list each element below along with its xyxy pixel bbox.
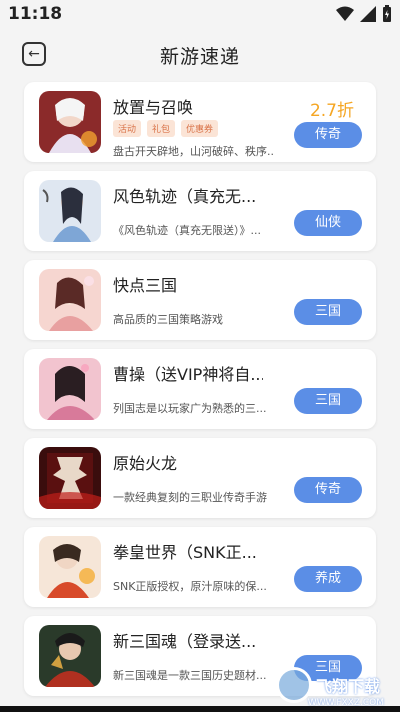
game-card[interactable]: 原始火龙 一款经典复刻的三职业传奇手游 传奇	[24, 438, 376, 518]
system-nav-strip	[0, 706, 400, 712]
game-card[interactable]: 快点三国 高品质的三国策略游戏 三国	[24, 260, 376, 340]
game-icon-kof[interactable]	[39, 536, 101, 598]
category-button[interactable]: 三国	[294, 299, 362, 325]
tag-activity: 活动	[113, 120, 142, 137]
status-bar: 11:18	[0, 0, 400, 28]
game-card[interactable]: 曹操（送VIP神将自... 列国志是以玩家广为熟悉的三... 三国	[24, 349, 376, 429]
page-title: 新游速递	[159, 46, 240, 68]
game-title: 曹操（送VIP神将自...	[113, 365, 263, 384]
battery-icon	[383, 5, 391, 22]
game-icon-wind[interactable]	[39, 180, 101, 242]
category-button[interactable]: 传奇	[294, 477, 362, 503]
status-time: 11:18	[8, 4, 63, 24]
game-title: 快点三国	[113, 276, 178, 295]
category-button[interactable]: 三国	[294, 388, 362, 414]
game-icon-soul[interactable]	[39, 625, 101, 687]
game-desc: 高品质的三国策略游戏	[113, 313, 223, 326]
game-title: 原始火龙	[113, 454, 178, 473]
game-card[interactable]: 放置与召唤 活动 礼包 优惠券 盘古开天辟地，山河破碎、秩序... 2.7折 传…	[24, 82, 376, 162]
game-title: 风色轨迹（真充无...	[113, 187, 257, 206]
game-desc: 新三国魂是一款三国历史题材...	[113, 669, 267, 682]
watermark-emblem-icon	[276, 667, 312, 703]
signal-icon	[360, 6, 376, 22]
category-button[interactable]: 仙侠	[294, 210, 362, 236]
category-button[interactable]: 养成	[294, 566, 362, 592]
game-list: 放置与召唤 活动 礼包 优惠券 盘古开天辟地，山河破碎、秩序... 2.7折 传…	[24, 82, 376, 705]
watermark-text: 飞翔下载	[316, 677, 381, 696]
game-icon-dragon[interactable]	[39, 447, 101, 509]
discount-label: 2.7折	[309, 101, 354, 121]
game-desc: 《风色轨迹（真充无限送）》...	[113, 224, 261, 237]
game-desc: 盘古开天辟地，山河破碎、秩序...	[113, 145, 273, 158]
game-icon-summon[interactable]	[39, 91, 101, 153]
game-icon-three-kingdoms[interactable]	[39, 269, 101, 331]
game-tags: 活动 礼包 优惠券	[113, 120, 219, 137]
game-title: 拳皇世界（SNK正...	[113, 543, 257, 562]
category-button[interactable]: 传奇	[294, 122, 362, 148]
game-desc: 一款经典复刻的三职业传奇手游	[113, 491, 267, 504]
game-title: 放置与召唤	[113, 98, 194, 117]
game-icon-caocao[interactable]	[39, 358, 101, 420]
tag-gift: 礼包	[147, 120, 176, 137]
header: ← 新游速递	[0, 28, 400, 80]
wifi-icon	[336, 6, 354, 21]
game-desc: 列国志是以玩家广为熟悉的三...	[113, 402, 267, 415]
game-title: 新三国魂（登录送...	[113, 632, 257, 651]
watermark-logo: 飞翔下载 WWW.FXXZ.COM	[276, 662, 394, 708]
tag-coupon: 优惠券	[181, 120, 219, 137]
game-card[interactable]: 风色轨迹（真充无... 《风色轨迹（真充无限送）》... 仙侠	[24, 171, 376, 251]
status-icons	[336, 4, 392, 24]
game-card[interactable]: 拳皇世界（SNK正... SNK正版授权，原汁原味的保... 养成	[24, 527, 376, 607]
game-desc: SNK正版授权，原汁原味的保...	[113, 580, 267, 593]
